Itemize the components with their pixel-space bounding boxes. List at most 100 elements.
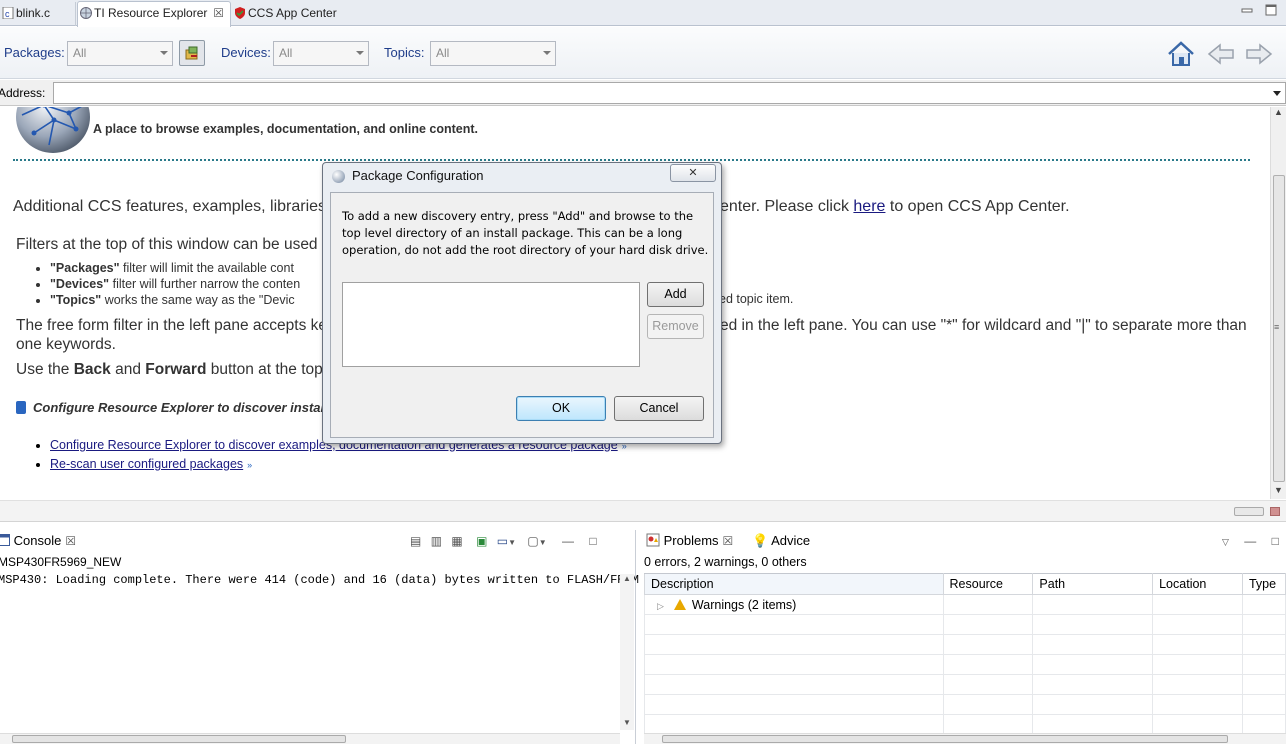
forward-arrow-icon[interactable] [1244,39,1274,69]
maximize-icon[interactable] [1265,4,1277,16]
devices-dropdown[interactable]: All [273,41,369,66]
here-link[interactable]: here [853,198,885,215]
close-icon[interactable]: ☒ [723,534,734,548]
table-row [644,634,1286,655]
devices-value: All [279,46,293,60]
scroll-up-icon[interactable]: ▲ [623,574,631,583]
app-icon [332,170,345,183]
word-wrap-icon[interactable]: ▦ [451,534,462,548]
app-center-text: enter. Please click [720,198,854,215]
table-row [644,694,1286,715]
globe-icon [80,7,92,19]
expand-arrow-icon[interactable]: ▷ [657,601,664,611]
maximize-icon[interactable]: □ [589,534,596,548]
column-location[interactable]: Location [1152,573,1243,595]
packages-dropdown[interactable]: All [67,41,173,66]
close-icon[interactable]: ☒ [65,534,76,548]
restore-panel-icon[interactable] [1270,507,1280,516]
table-row [644,614,1286,635]
column-type[interactable]: Type [1241,573,1286,595]
ok-button[interactable]: OK [516,396,606,421]
app-center-paragraph-right: enter. Please click here to open CCS App… [720,198,1070,216]
problems-toolbar: ▽ — □ [1222,534,1279,550]
console-output-line: MSP430: Loading complete. There were 414… [0,573,639,587]
list-item: "Topics" works the same way as the "Devi… [50,292,300,308]
topics-dropdown[interactable]: All [430,41,556,66]
minimize-icon[interactable] [1241,4,1253,16]
filters-paragraph: Filters at the top of this window can be… [16,236,318,253]
scroll-lock-icon[interactable]: ▥ [431,534,442,548]
scroll-down-icon[interactable]: ▼ [623,718,631,727]
tab-ccs-app-center[interactable]: CCS App Center [232,2,362,26]
bullet-text: works the same way as the "Devic [101,293,295,307]
minimize-icon[interactable]: — [562,534,574,548]
chevron-down-icon[interactable] [1273,91,1281,96]
address-input[interactable] [53,82,1286,104]
home-icon[interactable] [1166,39,1196,69]
tab-console[interactable]: Console ☒ [0,533,76,548]
maximize-icon[interactable]: □ [1272,534,1279,548]
dialog-close-button[interactable]: ✕ [670,164,716,182]
open-console-icon[interactable]: ▢ [527,534,538,548]
chevron-down-icon[interactable]: ▼ [508,538,516,547]
topics-label: Topics: [384,45,425,60]
bullet-bold: "Devices" [50,277,110,291]
close-icon[interactable]: ☒ [213,2,224,24]
chevron-down-icon[interactable]: ▼ [539,538,547,547]
tab-blink-c[interactable]: c blink.c [0,2,76,26]
minimize-panel-icon[interactable] [1234,507,1264,516]
problems-view: Problems ☒ 💡 Advice ▽ — □ 0 errors, 2 war… [642,530,1286,744]
tab-problems[interactable]: Problems ☒ [646,533,733,548]
packages-label: Packages: [4,45,65,60]
console-name: MSP430FR5969_NEW [0,555,122,569]
cancel-button[interactable]: Cancel [614,396,704,421]
add-button[interactable]: Add [647,282,704,307]
clear-console-icon[interactable]: ▤ [410,534,421,548]
scrollbar-thumb[interactable] [662,735,1228,743]
rescan-packages-link[interactable]: Re-scan user configured packages [50,457,243,471]
view-menu-icon[interactable]: ▽ [1222,537,1229,547]
table-row [644,714,1286,735]
remove-button[interactable]: Remove [647,314,704,339]
tab-label: TI Resource Explorer [94,6,208,20]
discovery-entries-list[interactable] [342,282,640,367]
free-form-paragraph-end: one keywords. [16,336,116,353]
column-path[interactable]: Path [1032,573,1154,595]
c-file-icon: c [2,7,14,19]
location-cell [1152,594,1243,615]
minimize-icon[interactable]: — [1244,534,1256,548]
scrollbar-thumb[interactable] [12,735,346,743]
scroll-up-icon[interactable]: ▲ [1274,107,1283,117]
problems-horizontal-scrollbar[interactable] [644,733,1286,744]
back-arrow-icon[interactable] [1206,39,1236,69]
back-word: Back [73,361,111,378]
problems-tab-bar: Problems ☒ 💡 Advice ▽ — □ [642,530,1286,552]
nav-text: Use the [16,361,74,378]
package-configuration-dialog: Package Configuration ✕ To add a new dis… [322,162,722,444]
pin-console-icon[interactable]: ▣ [476,534,487,548]
display-console-icon[interactable]: ▭ [497,534,508,548]
console-horizontal-scrollbar[interactable] [0,733,620,744]
console-vertical-scrollbar[interactable]: ▲ ▼ [620,574,634,730]
svg-text:c: c [5,9,10,19]
address-bar: Address: [0,80,1286,106]
configure-packages-button[interactable] [179,40,205,66]
console-tab-label: Console [13,533,62,548]
column-resource[interactable]: Resource [942,573,1034,595]
tab-advice[interactable]: 💡 Advice [752,533,810,549]
content-vertical-scrollbar[interactable]: ▲ ≡ ▼ [1270,107,1286,499]
path-cell [1032,594,1154,615]
table-row[interactable]: ▷ Warnings (2 items) [644,594,1286,615]
console-toolbar: ▤ ▥ ▦ ▣ ▭▼ ▢▼ — □ [410,534,597,550]
package-config-icon [185,46,198,60]
devices-label: Devices: [221,45,271,60]
console-icon [0,534,10,546]
column-description[interactable]: Description [644,573,944,595]
table-header-row: Description Resource Path Location Type [644,573,1286,595]
bullet-bold: "Topics" [50,293,102,307]
app-center-paragraph-left: Additional CCS features, examples, libra… [13,198,327,215]
tab-ti-resource-explorer[interactable]: TI Resource Explorer ☒ [77,1,231,27]
scroll-down-icon[interactable]: ▼ [1274,485,1283,495]
editor-bottom-bar [0,500,1286,522]
lightbulb-icon: 💡 [752,533,769,548]
